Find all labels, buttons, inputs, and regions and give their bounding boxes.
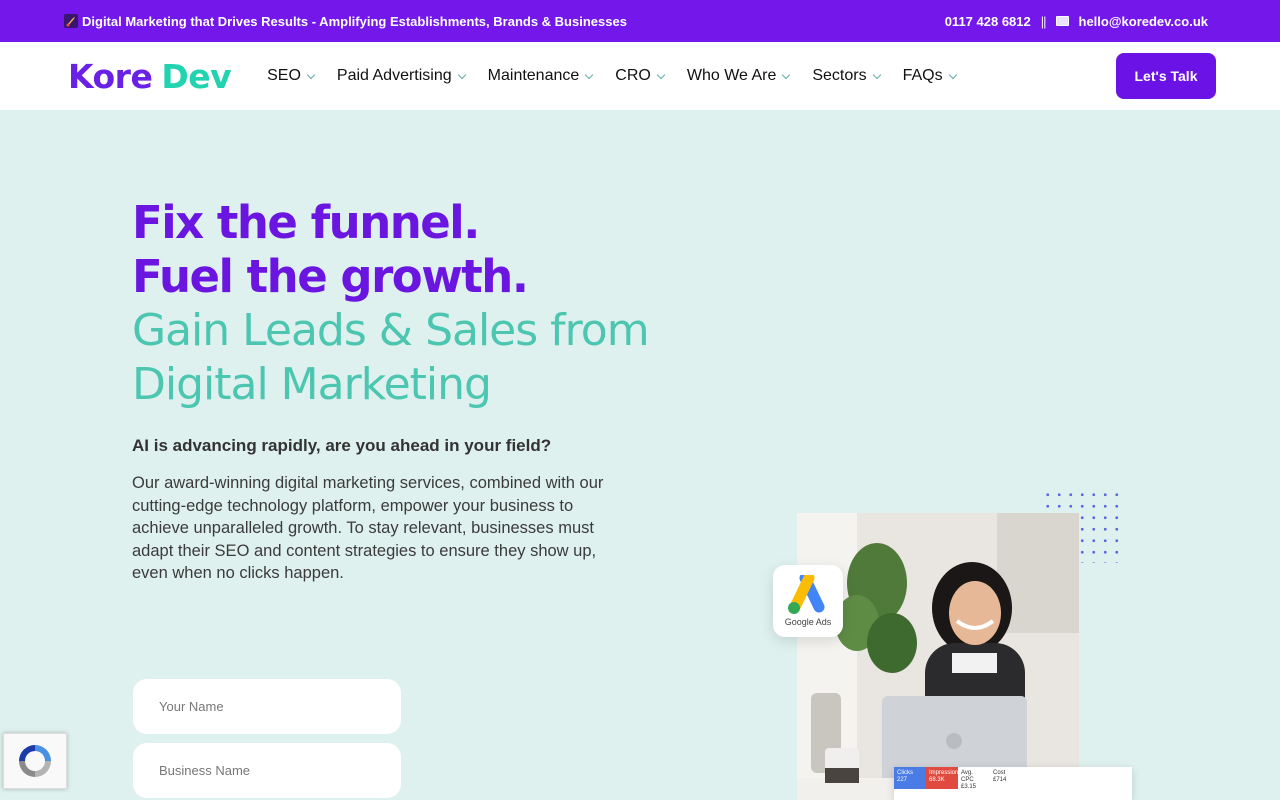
metric-avg-cpc: Avg. CPC £3.15 xyxy=(958,767,990,790)
mail-icon xyxy=(1055,16,1069,26)
metric-cost: Cost £714 xyxy=(990,767,1022,789)
rocket-icon xyxy=(64,14,78,28)
nav-item-label: Maintenance xyxy=(487,67,580,84)
tagline: Digital Marketing that Drives Results - … xyxy=(82,13,627,29)
chevron-down-icon xyxy=(872,70,881,79)
recaptcha-icon xyxy=(19,745,51,777)
google-ads-icon xyxy=(788,575,825,614)
nav-item-who-we-are[interactable]: Who We Are xyxy=(686,67,791,85)
nav-item-faqs[interactable]: FAQs xyxy=(902,67,957,85)
subhead-line-1: Gain Leads & Sales from xyxy=(132,305,650,356)
hero-body-text: Our award-winning digital marketing serv… xyxy=(132,474,604,582)
nav-item-label: Sectors xyxy=(812,67,867,84)
email-link[interactable]: hello@koredev.co.uk xyxy=(1079,14,1208,29)
nav-item-label: CRO xyxy=(615,67,651,84)
phone-link[interactable]: 0117 428 6812 xyxy=(945,14,1031,29)
nav-item-seo[interactable]: SEO xyxy=(267,67,316,85)
top-announcement-bar: Digital Marketing that Drives Results - … xyxy=(0,0,1280,42)
google-ads-badge: Google Ads xyxy=(773,565,843,637)
nav-item-paid-advertising[interactable]: Paid Advertising xyxy=(326,59,477,99)
nav-item-label: Paid Advertising xyxy=(336,67,452,84)
nav-item-label: SEO xyxy=(267,67,301,84)
main-navbar: Kore Dev SEO Paid Advertising Maintenanc… xyxy=(0,42,1280,110)
lets-talk-button[interactable]: Let's Talk xyxy=(1116,53,1216,99)
chevron-down-icon xyxy=(306,70,316,79)
google-ads-label: Google Ads xyxy=(784,617,832,627)
chevron-down-icon xyxy=(457,70,466,79)
nav-item-label: FAQs xyxy=(902,67,943,84)
hero-question: AI is advancing rapidly, are you ahead i… xyxy=(132,436,552,455)
ads-dashboard-card: Clicks 227 Impressions 68.3K Avg. CPC £3.15… xyxy=(894,767,1132,800)
chevron-down-icon xyxy=(948,70,957,79)
nav-menu: SEO Paid Advertising Maintenance CRO Who… xyxy=(267,59,979,99)
headline-line-1: Fix the funnel. xyxy=(132,196,480,249)
logo[interactable]: Kore Dev xyxy=(68,56,232,96)
nav-item-maintenance[interactable]: Maintenance xyxy=(487,67,594,85)
chevron-down-icon xyxy=(782,70,791,79)
hero-photo-woman-laptop xyxy=(797,513,1079,800)
separator: || xyxy=(1040,13,1047,29)
nav-item-sectors[interactable]: Sectors xyxy=(812,67,881,85)
chevron-down-icon xyxy=(656,70,666,79)
subhead-line-2: Digital Marketing xyxy=(132,359,492,410)
hero-section: Fix the funnel. Fuel the growth. Gain Le… xyxy=(132,196,752,585)
chevron-down-icon xyxy=(585,70,594,79)
logo-text-dev: Dev xyxy=(161,56,232,96)
logo-text-kore: Kore xyxy=(68,56,153,96)
nav-item-label: Who We Are xyxy=(686,67,777,84)
recaptcha-badge[interactable] xyxy=(3,733,67,789)
business-name-input[interactable] xyxy=(133,743,401,798)
metric-clicks: Clicks 227 xyxy=(894,767,926,789)
nav-item-cro[interactable]: CRO xyxy=(615,67,666,85)
headline-line-2: Fuel the growth. xyxy=(132,250,529,303)
your-name-input[interactable] xyxy=(133,679,401,734)
announcement: Digital Marketing that Drives Results - … xyxy=(64,14,627,29)
metric-impressions: Impressions 68.3K xyxy=(926,767,961,789)
